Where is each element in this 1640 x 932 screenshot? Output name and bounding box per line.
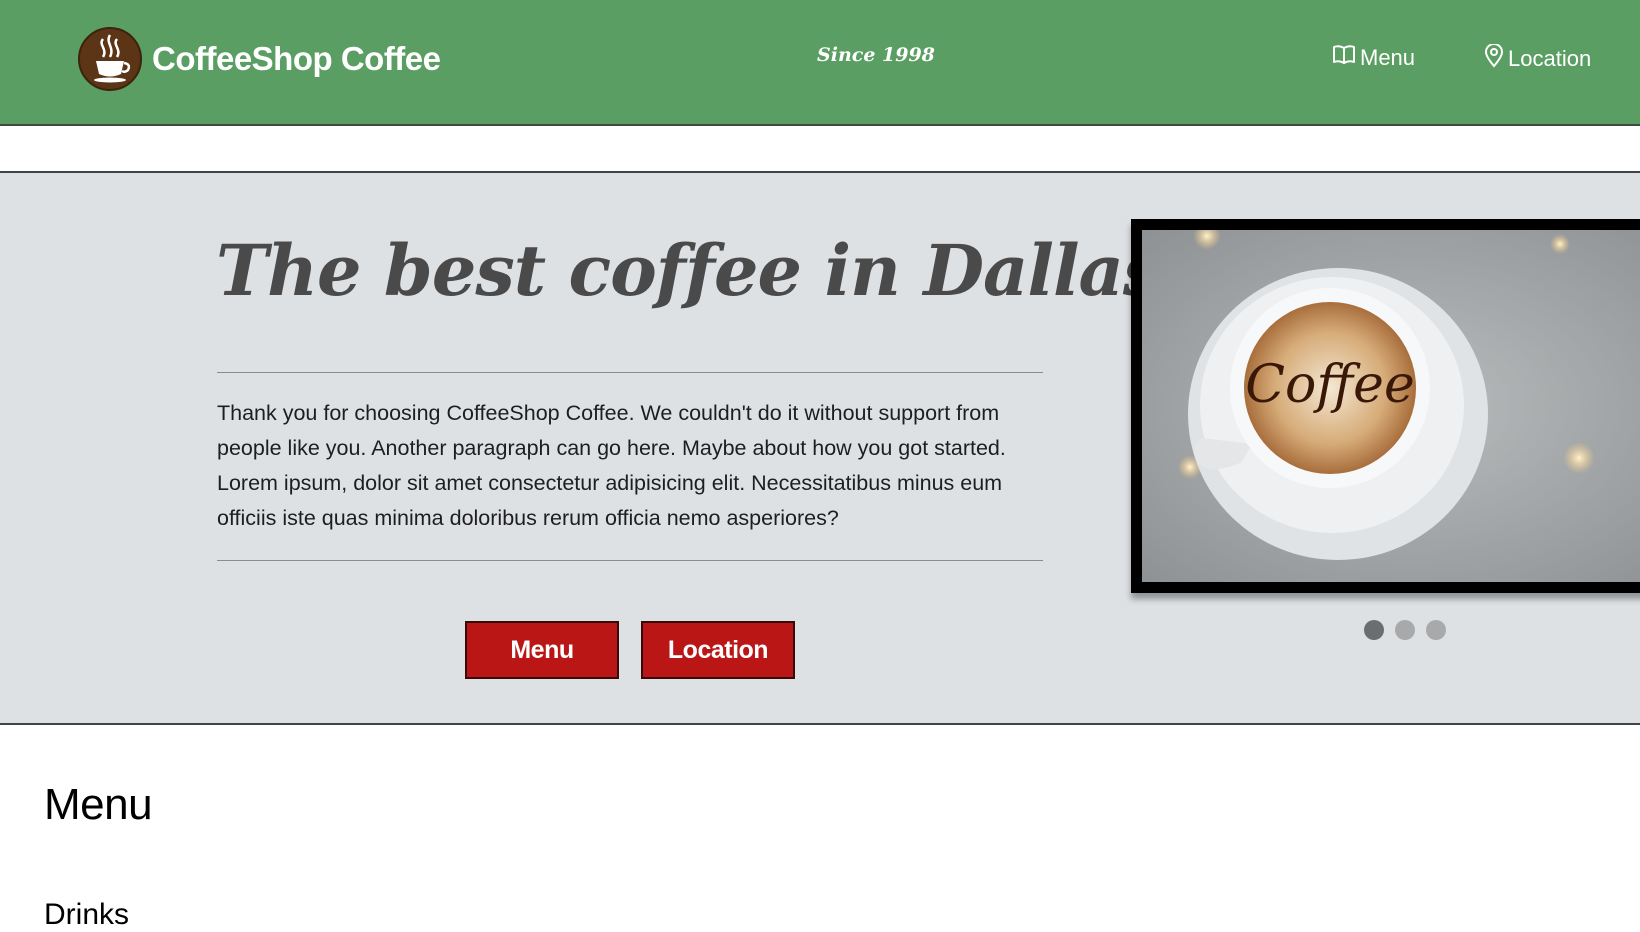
book-icon: [1332, 44, 1360, 72]
tagline: Since 1998: [817, 44, 935, 66]
nav-location-link[interactable]: Location: [1484, 43, 1592, 74]
site-header: CoffeeShop Coffee Since 1998 Menu Locati…: [0, 0, 1640, 126]
divider: [217, 372, 1043, 373]
nav-menu-label: Menu: [1360, 45, 1416, 70]
menu-button[interactable]: Menu: [465, 621, 619, 679]
hero-paragraph: Thank you for choosing CoffeeShop Coffee…: [217, 401, 1006, 530]
coffee-cup-icon: [78, 27, 142, 91]
drinks-subheading: Drinks: [44, 898, 130, 931]
hero-section: The best coffee in Dallas Thank you for …: [0, 171, 1640, 725]
coffee-latte-image: Coffee: [1142, 230, 1640, 582]
carousel-dot-3[interactable]: [1426, 620, 1446, 640]
latte-art-text: Coffee: [1245, 355, 1414, 415]
brand-name: CoffeeShop Coffee: [152, 40, 441, 77]
carousel-slide[interactable]: Coffee: [1131, 219, 1640, 593]
carousel-dot-2[interactable]: [1395, 620, 1415, 640]
location-button[interactable]: Location: [641, 621, 795, 679]
nav-location-label: Location: [1508, 46, 1592, 71]
brand[interactable]: CoffeeShop Coffee: [78, 26, 441, 92]
menu-section-title: Menu: [44, 780, 153, 829]
divider: [217, 560, 1043, 561]
map-pin-icon: [1484, 43, 1508, 74]
nav-menu-link[interactable]: Menu: [1332, 44, 1415, 72]
carousel-indicators: [1364, 620, 1457, 640]
hero-title: The best coffee in Dallas: [216, 229, 1162, 312]
carousel-dot-1[interactable]: [1364, 620, 1384, 640]
